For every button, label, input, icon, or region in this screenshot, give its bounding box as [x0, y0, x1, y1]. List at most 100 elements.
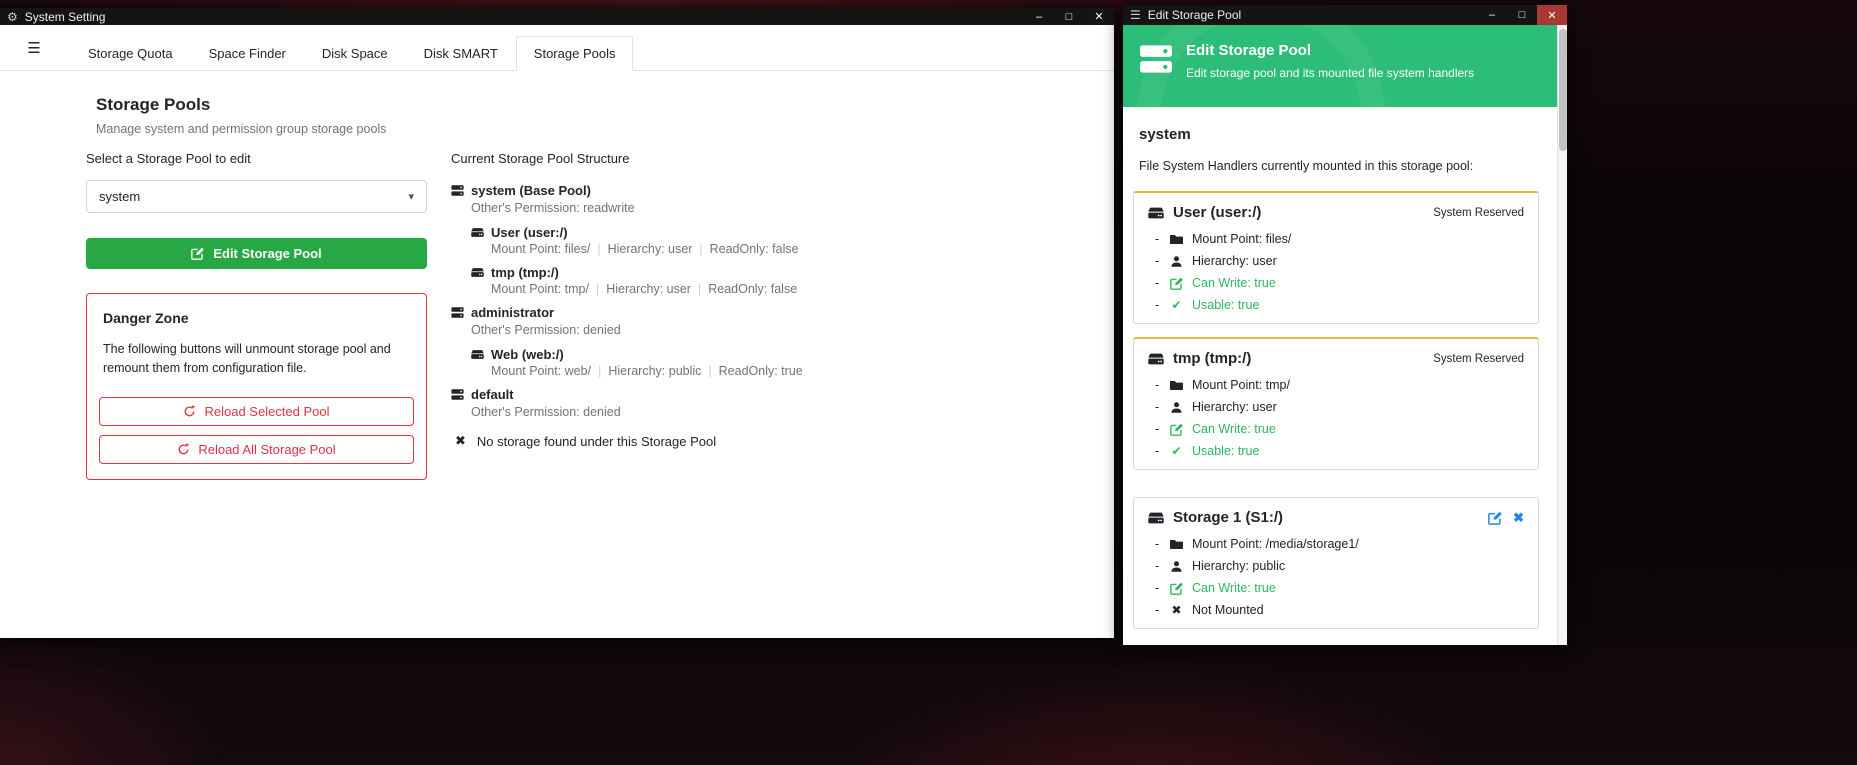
edit-storage-pool-window: ☰ Edit Storage Pool – □ ✕ Edit Storage P… — [1123, 5, 1567, 645]
banner-subtitle: Edit storage pool and its mounted file s… — [1186, 66, 1474, 80]
tab-disk-space[interactable]: Disk Space — [304, 36, 406, 71]
check-icon: ✔ — [1170, 444, 1183, 458]
pool-item-default: default Other's Permission: denied ✖ No … — [451, 387, 1111, 449]
remove-handler-icon[interactable]: ✖ — [1513, 510, 1524, 526]
tab-storage-pools[interactable]: Storage Pools — [516, 36, 634, 71]
pool-permission: Other's Permission: denied — [471, 323, 1111, 337]
cross-icon: ✖ — [1170, 603, 1183, 617]
handler-card-tmp: tmp (tmp:/) System Reserved - Mount Poin… — [1133, 337, 1539, 470]
pool-select-label: Select a Storage Pool to edit — [86, 151, 427, 166]
close-button[interactable]: ✕ — [1084, 8, 1114, 25]
tab-bar: ☰ Storage Quota Space Finder Disk Space … — [0, 25, 1114, 71]
storage-pools-page: Storage Pools Manage system and permissi… — [0, 71, 1114, 638]
folder-icon — [1170, 538, 1183, 551]
minimize-button[interactable]: – — [1024, 8, 1054, 25]
gear-icon: ⚙ — [7, 10, 18, 24]
server-icon — [451, 184, 464, 197]
separator: | — [597, 242, 600, 256]
system-setting-window: ⚙ System Setting – □ ✕ ☰ Storage Quota S… — [0, 8, 1114, 638]
edit-storage-pool-button[interactable]: Edit Storage Pool — [86, 238, 427, 269]
tab-disk-smart[interactable]: Disk SMART — [406, 36, 516, 71]
handler-row-canwrite: - Can Write: true — [1155, 422, 1524, 436]
danger-zone-title: Danger Zone — [103, 310, 414, 326]
edit-pool-body: Edit Storage Pool Edit storage pool and … — [1123, 25, 1557, 645]
structure-title: Current Storage Pool Structure — [451, 151, 1111, 166]
separator: | — [596, 282, 599, 296]
check-icon: ✔ — [1170, 298, 1183, 312]
folder-icon — [1170, 379, 1183, 392]
menu-icon: ☰ — [1130, 8, 1141, 22]
handler-card-user: User (user:/) System Reserved - Mount Po… — [1133, 191, 1539, 324]
hdd-icon — [471, 348, 484, 361]
edit-icon — [1170, 423, 1183, 436]
window-title: Edit Storage Pool — [1148, 8, 1470, 22]
edit-handler-icon[interactable] — [1488, 511, 1502, 525]
server-icon — [451, 306, 464, 319]
scrollbar[interactable] — [1557, 25, 1567, 645]
pool-item-system: system (Base Pool) Other's Permission: r… — [451, 183, 1111, 296]
edit-icon — [191, 247, 204, 260]
handler-row-canwrite: - Can Write: true — [1155, 276, 1524, 290]
banner-title: Edit Storage Pool — [1186, 42, 1474, 59]
empty-pool-message: ✖ No storage found under this Storage Po… — [455, 433, 1111, 449]
system-setting-titlebar[interactable]: ⚙ System Setting – □ ✕ — [0, 8, 1114, 25]
handler-row-mount: - Mount Point: /media/storage1/ — [1155, 537, 1524, 551]
handler-row-mount: - Mount Point: tmp/ — [1155, 378, 1524, 392]
system-reserved-badge: System Reserved — [1433, 207, 1524, 219]
reload-selected-pool-button[interactable]: Reload Selected Pool — [99, 397, 414, 426]
hdd-icon — [471, 226, 484, 239]
tab-space-finder[interactable]: Space Finder — [191, 36, 304, 71]
scrollbar-thumb[interactable] — [1559, 29, 1567, 151]
hdd-icon — [471, 266, 484, 279]
separator: | — [598, 364, 601, 378]
handler-row-hierarchy: - Hierarchy: public — [1155, 559, 1524, 573]
edit-icon — [1170, 582, 1183, 595]
user-icon — [1170, 255, 1183, 268]
danger-zone-card: Danger Zone The following buttons will u… — [86, 293, 427, 480]
edit-pool-banner: Edit Storage Pool Edit storage pool and … — [1123, 25, 1557, 107]
pool-permission: Other's Permission: readwrite — [471, 201, 1111, 215]
system-reserved-badge: System Reserved — [1433, 353, 1524, 365]
hdd-icon — [1148, 351, 1164, 367]
danger-zone-description: The following buttons will unmount stora… — [103, 340, 410, 379]
page-subtitle: Manage system and permission group stora… — [96, 122, 386, 136]
edit-pool-titlebar[interactable]: ☰ Edit Storage Pool – □ ✕ — [1123, 5, 1567, 25]
handler-row-notmounted: - ✖ Not Mounted — [1155, 603, 1524, 617]
handler-row-canwrite: - Can Write: true — [1155, 581, 1524, 595]
handlers-intro: File System Handlers currently mounted i… — [1139, 159, 1541, 173]
chevron-down-icon: ▾ — [408, 190, 414, 203]
selected-pool-name: system — [1139, 126, 1541, 143]
pool-item-administrator: administrator Other's Permission: denied… — [451, 305, 1111, 378]
storage-item-user: User (user:/) Mount Point: files/ | Hier… — [471, 225, 1111, 256]
server-icon — [1139, 42, 1173, 76]
edit-icon — [1170, 277, 1183, 290]
hdd-icon — [1148, 510, 1164, 526]
handler-row-usable: - ✔ Usable: true — [1155, 298, 1524, 312]
separator: | — [708, 364, 711, 378]
server-icon — [451, 388, 464, 401]
pool-structure-panel: Current Storage Pool Structure system (B… — [451, 151, 1111, 453]
tab-storage-quota[interactable]: Storage Quota — [70, 36, 191, 71]
handler-row-mount: - Mount Point: files/ — [1155, 232, 1524, 246]
minimize-button[interactable]: – — [1477, 5, 1507, 25]
pool-select-value: system — [99, 189, 140, 204]
folder-icon — [1170, 233, 1183, 246]
maximize-button[interactable]: □ — [1054, 8, 1084, 25]
handler-row-usable: - ✔ Usable: true — [1155, 444, 1524, 458]
menu-icon[interactable]: ☰ — [12, 39, 56, 57]
separator: | — [699, 242, 702, 256]
page-title: Storage Pools — [96, 95, 386, 115]
cross-icon: ✖ — [455, 433, 466, 449]
handler-row-hierarchy: - Hierarchy: user — [1155, 400, 1524, 414]
separator: | — [698, 282, 701, 296]
hdd-icon — [1148, 205, 1164, 221]
reload-all-pool-button[interactable]: Reload All Storage Pool — [99, 435, 414, 464]
close-button[interactable]: ✕ — [1537, 5, 1567, 25]
desktop: ⚙ System Setting – □ ✕ ☰ Storage Quota S… — [0, 0, 1857, 765]
user-icon — [1170, 401, 1183, 414]
maximize-button[interactable]: □ — [1507, 5, 1537, 25]
refresh-icon — [177, 443, 190, 456]
handler-row-hierarchy: - Hierarchy: user — [1155, 254, 1524, 268]
pool-select[interactable]: system ▾ — [86, 180, 427, 213]
window-title: System Setting — [25, 10, 1017, 24]
